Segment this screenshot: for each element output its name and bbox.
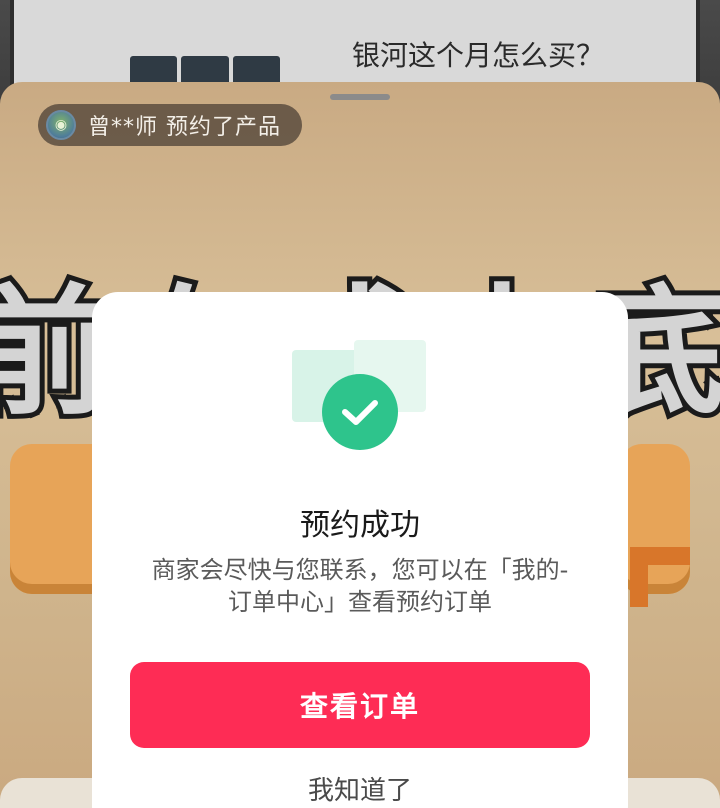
- dialog-description: 商家会尽快与您联系，您可以在「我的-订单中心」查看预约订单: [151, 556, 569, 616]
- user-avatar-icon: ◉: [46, 110, 76, 140]
- video-caption: 银河这个月怎么买？: [352, 39, 605, 72]
- view-order-button[interactable]: 查看订单: [130, 662, 590, 748]
- arrow-icon: [630, 547, 690, 607]
- drag-handle[interactable]: [330, 94, 390, 100]
- check-icon: [322, 374, 398, 450]
- notice-text: 曾**师 预约了产品: [88, 115, 281, 140]
- dialog-title: 预约成功: [300, 508, 420, 543]
- success-illustration: [292, 336, 432, 456]
- reservation-notice: ◉ 曾**师 预约了产品: [38, 104, 302, 146]
- acknowledge-button[interactable]: 我知道了: [92, 770, 628, 807]
- success-dialog: 预约成功 商家会尽快与您联系，您可以在「我的-订单中心」查看预约订单 查看订单 …: [92, 292, 628, 808]
